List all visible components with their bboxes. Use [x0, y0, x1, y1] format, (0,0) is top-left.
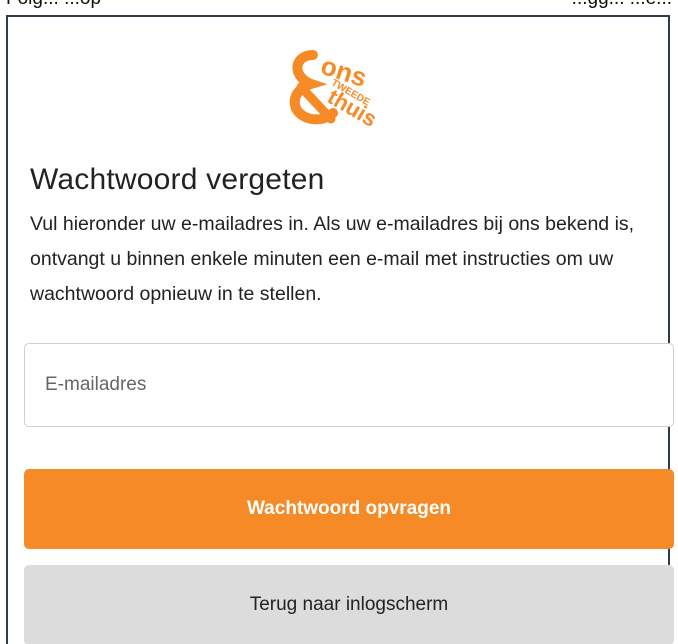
cropped-top-text: Folg... ...op ...gg... ...e... [6, 0, 672, 9]
logo: ons TWEEDE thuis [8, 47, 668, 127]
cropped-text-left: Folg... ...op [6, 0, 101, 9]
back-to-login-button[interactable]: Terug naar inlogscherm [24, 565, 674, 644]
forgot-password-panel: ons TWEEDE thuis Wachtwoord vergeten Vul… [6, 15, 674, 644]
request-password-button[interactable]: Wachtwoord opvragen [24, 469, 674, 549]
instructions-text: Vul hieronder uw e-mailadres in. Als uw … [30, 213, 635, 305]
ons-tweede-thuis-logo-icon: ons TWEEDE thuis [289, 50, 381, 127]
email-field[interactable] [24, 343, 674, 427]
page-title: Wachtwoord vergeten [30, 163, 325, 196]
page: Folg... ...op ...gg... ...e... ons TWEED… [0, 0, 678, 644]
cropped-text-right: ...gg... ...e... [572, 0, 672, 9]
